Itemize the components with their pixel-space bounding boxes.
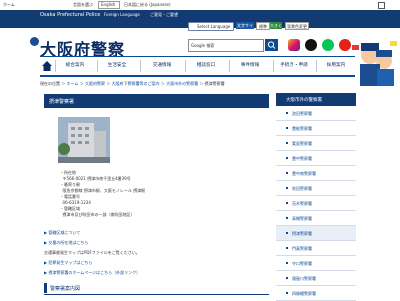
breadcrumb-item[interactable]: ホーム xyxy=(67,81,79,86)
station-homepage-link[interactable]: 摂津警察署のホームページはこちら（外部リンク） xyxy=(48,270,140,275)
sidebar-item[interactable]: 池田警察署 xyxy=(276,106,356,121)
jurisdiction-link[interactable]: 管轄区域について xyxy=(48,230,80,235)
breadcrumb-current: 摂津警察署 xyxy=(204,81,225,86)
station-label: 最寄り駅 xyxy=(64,182,80,187)
sidebar-item[interactable]: 四條畷警察署 xyxy=(276,286,356,301)
address-value: 〒566-0021 摂津市南千里丘4番39号 xyxy=(62,176,131,181)
nav-general[interactable]: 総合案内 xyxy=(56,57,94,75)
breadcrumb-label: 現在の位置 xyxy=(40,81,60,86)
sidebar-item-current[interactable]: 摂津警察署 xyxy=(276,226,356,241)
breadcrumb-item[interactable]: 大阪府下警察署等のご案内 xyxy=(112,81,160,86)
sidebar-item[interactable]: 吹田警察署 xyxy=(276,181,356,196)
search-input[interactable]: Google 検索 xyxy=(188,39,264,52)
breadcrumb-item[interactable]: 大阪市外の警察署 xyxy=(166,81,198,86)
back-to-japanese-link[interactable]: 日本語に戻る (Japanese) xyxy=(124,2,171,8)
police-emblem-icon xyxy=(30,37,39,46)
sidebar-item[interactable]: 豊中警察署 xyxy=(276,151,356,166)
arrow-icon: ▶ xyxy=(44,240,48,245)
nav-traffic[interactable]: 交通情報 xyxy=(141,57,183,75)
nav-bottom-border xyxy=(40,75,355,77)
station-value: 阪急京都線 摂津市駅、大阪モノレール 摂津駅 xyxy=(62,188,146,193)
nav-consultation[interactable]: 相談窓口 xyxy=(186,57,226,75)
station-map-heading: 警察署案内図 xyxy=(44,282,269,295)
police-station-photo xyxy=(58,117,110,163)
opinion-link[interactable]: ご意見・ご要望 xyxy=(150,12,178,18)
mascot-illustration xyxy=(352,41,397,86)
sidebar-item[interactable]: 高槻警察署 xyxy=(276,211,356,226)
background-color-button[interactable]: 背景色変更 xyxy=(285,22,309,30)
phone-label: 電話番号 xyxy=(64,194,80,199)
sidebar-item[interactable]: 箕面警察署 xyxy=(276,136,356,151)
nav-recruitment[interactable]: 採用案内 xyxy=(317,57,355,75)
osaka-police-label: Osaka Prefectural Police xyxy=(40,12,101,18)
instagram-icon[interactable] xyxy=(288,39,300,51)
arrow-icon: ▶ xyxy=(44,230,48,235)
page-title-bar: 摂津警察署 xyxy=(44,94,269,108)
font-large-button[interactable]: 大きく xyxy=(270,22,282,29)
menu-icon[interactable] xyxy=(378,2,385,9)
nav-incidents[interactable]: 事件情報 xyxy=(230,57,270,75)
arrow-icon: ▶ xyxy=(44,260,48,265)
font-standard-button[interactable]: 標準 xyxy=(256,22,270,30)
foreign-language-link[interactable]: Foreign Language xyxy=(104,12,140,17)
crime-map-link[interactable]: 犯罪発生マップはこちら xyxy=(48,260,92,265)
home-nav-icon[interactable] xyxy=(40,57,54,75)
home-link[interactable]: ホーム xyxy=(3,2,15,8)
google-translate-select[interactable]: Select Language xyxy=(188,22,234,31)
line-icon[interactable] xyxy=(322,39,334,51)
sidebar-item[interactable]: 豊中南警察署 xyxy=(276,166,356,181)
station-details: ・所在地 〒566-0021 摂津市南千里丘4番39号 ・最寄り駅 阪急京都線 … xyxy=(60,170,146,217)
phone-value: 06-6319-1234 xyxy=(62,200,91,205)
breadcrumb-item[interactable]: 大阪府警察 xyxy=(85,81,105,86)
page-title: 摂津警察署 xyxy=(49,99,75,105)
x-twitter-icon[interactable] xyxy=(305,39,317,51)
sidebar-item[interactable]: 守口警察署 xyxy=(276,256,356,271)
breadcrumb: 現在の位置 ＞ ホーム ＞ 大阪府警察 ＞ 大阪府下警察署等のご案内 ＞ 大阪市… xyxy=(40,81,225,86)
language-select[interactable]: English xyxy=(98,1,120,9)
sidebar-item[interactable]: 門真警察署 xyxy=(276,241,356,256)
font-size-label: 文字サイズ xyxy=(236,22,254,35)
related-links: ▶ 管轄区域について ▶ 交番の所在地はこちら 交通事故発生マップはPDFファイ… xyxy=(44,228,140,278)
sidebar-item[interactable]: 豊能警察署 xyxy=(276,121,356,136)
nav-procedures[interactable]: 手続き・申請 xyxy=(274,57,314,75)
language-label: 言語を選ぶ xyxy=(73,2,93,7)
area-label: 管轄区域 xyxy=(64,206,80,211)
traffic-map-note: 交通事故発生マップはPDFファイルをご覧ください。 xyxy=(44,250,140,255)
sidebar-item[interactable]: 茨木警察署 xyxy=(276,196,356,211)
search-icon xyxy=(267,41,276,49)
koban-link[interactable]: 交番の所在地はこちら xyxy=(48,240,88,245)
nav-safety[interactable]: 生活安全 xyxy=(98,57,136,75)
search-button[interactable] xyxy=(265,39,278,51)
area-value: 摂津市及び吹田市の一部（南吹田地区） xyxy=(62,212,135,217)
address-label: 所在地 xyxy=(64,170,76,175)
sidebar-item[interactable]: 寝屋川警察署 xyxy=(276,271,356,286)
language-bar: ホーム 言語を選ぶ English 日本語に戻る (Japanese) xyxy=(0,0,400,9)
sidebar-heading: 大阪市外の警察署 xyxy=(276,93,356,106)
arrow-icon: ▶ xyxy=(44,270,48,275)
